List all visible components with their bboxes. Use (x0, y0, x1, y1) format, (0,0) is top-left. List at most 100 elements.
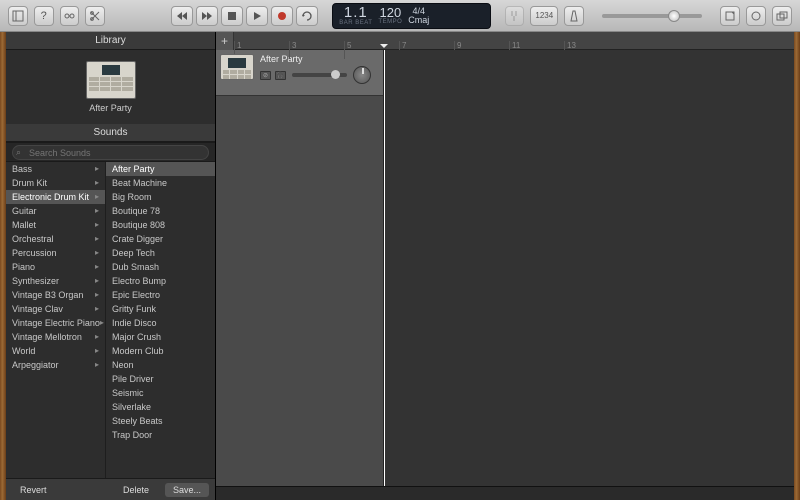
category-item[interactable]: Percussion▸ (6, 246, 105, 260)
preset-item[interactable]: Steely Beats (106, 414, 215, 428)
preset-item[interactable]: Dub Smash (106, 260, 215, 274)
forward-icon (201, 10, 213, 22)
track-header[interactable]: After Party⊘🎧 (216, 50, 383, 96)
sounds-header: Sounds (6, 124, 215, 142)
volume-thumb[interactable] (668, 10, 680, 22)
drum-machine-icon (86, 61, 136, 99)
master-volume-slider[interactable] (602, 14, 702, 18)
category-item[interactable]: Vintage B3 Organ▸ (6, 288, 105, 302)
wood-trim-right (794, 32, 800, 500)
category-item[interactable]: Orchestral▸ (6, 232, 105, 246)
preset-item[interactable]: Major Crush (106, 330, 215, 344)
library-search: ⌕ (6, 142, 215, 162)
chevron-right-icon: ▸ (95, 358, 99, 372)
smart-controls-button[interactable] (60, 6, 80, 26)
category-item[interactable]: Synthesizer▸ (6, 274, 105, 288)
revert-button[interactable]: Revert (12, 483, 55, 497)
preset-item[interactable]: Neon (106, 358, 215, 372)
preset-item[interactable]: Pile Driver (106, 372, 215, 386)
chevron-right-icon: ▸ (100, 316, 104, 330)
library-footer: Revert Delete Save... (6, 478, 215, 500)
media-browser-button[interactable] (772, 6, 792, 26)
ruler-tick: 3 (289, 41, 296, 59)
lcd-display[interactable]: 1.1BAR BEAT 120TEMPO 4/4Cmaj (332, 3, 490, 29)
preset-item[interactable]: Seismic (106, 386, 215, 400)
chevron-right-icon: ▸ (95, 344, 99, 358)
category-item[interactable]: Guitar▸ (6, 204, 105, 218)
track-instrument-icon (220, 54, 254, 80)
category-item[interactable]: Vintage Clav▸ (6, 302, 105, 316)
metronome-button[interactable] (564, 6, 584, 26)
preset-item[interactable]: Gritty Funk (106, 302, 215, 316)
notepad-button[interactable] (720, 6, 740, 26)
preset-item[interactable]: Electro Bump (106, 274, 215, 288)
category-item[interactable]: World▸ (6, 344, 105, 358)
category-item[interactable]: Bass▸ (6, 162, 105, 176)
app-root: ? 1.1BAR BEAT 120TEMPO 4/4Cmaj 1234 (0, 0, 800, 500)
regions-area[interactable] (384, 50, 794, 486)
preset-item[interactable]: Boutique 78 (106, 204, 215, 218)
library-title: Library (6, 32, 215, 50)
rewind-icon (176, 10, 188, 22)
preset-item[interactable]: Crate Digger (106, 232, 215, 246)
quick-help-button[interactable]: ? (34, 6, 54, 26)
library-icon (12, 10, 24, 22)
play-button[interactable] (246, 6, 268, 26)
playhead[interactable] (384, 50, 385, 486)
count-in-button[interactable]: 1234 (530, 6, 558, 26)
category-list[interactable]: Bass▸Drum Kit▸Electronic Drum Kit▸Guitar… (6, 162, 106, 478)
delete-button[interactable]: Delete (115, 483, 157, 497)
media-icon (776, 10, 788, 22)
category-item[interactable]: Arpeggiator▸ (6, 358, 105, 372)
preset-list[interactable]: After PartyBeat MachineBig RoomBoutique … (106, 162, 215, 478)
category-item[interactable]: Vintage Electric Piano▸ (6, 316, 105, 330)
add-track-button[interactable]: + (216, 32, 234, 50)
library-preview: After Party (6, 50, 215, 124)
chevron-right-icon: ▸ (95, 162, 99, 176)
category-item[interactable]: Mallet▸ (6, 218, 105, 232)
save-button[interactable]: Save... (165, 483, 209, 497)
forward-button[interactable] (196, 6, 218, 26)
preset-item[interactable]: Epic Electro (106, 288, 215, 302)
tuner-button[interactable] (505, 6, 525, 26)
preset-item[interactable]: Deep Tech (106, 246, 215, 260)
record-icon (276, 10, 288, 22)
category-item[interactable]: Piano▸ (6, 260, 105, 274)
category-item[interactable]: Drum Kit▸ (6, 176, 105, 190)
library-preview-name: After Party (89, 103, 132, 113)
pan-knob[interactable] (353, 66, 371, 84)
loops-button[interactable] (746, 6, 766, 26)
note-icon (724, 10, 736, 22)
editors-button[interactable] (85, 6, 105, 26)
search-input[interactable] (12, 145, 209, 160)
horizontal-scrollbar[interactable] (216, 486, 794, 500)
record-button[interactable] (271, 6, 293, 26)
preset-item[interactable]: Big Room (106, 190, 215, 204)
category-item[interactable]: Vintage Mellotron▸ (6, 330, 105, 344)
tracks-toolbar: + 135791113 (216, 32, 794, 50)
track-volume-slider[interactable] (292, 73, 347, 77)
stop-button[interactable] (221, 6, 243, 26)
main-toolbar: ? 1.1BAR BEAT 120TEMPO 4/4Cmaj 1234 (0, 0, 800, 32)
preset-item[interactable]: Modern Club (106, 344, 215, 358)
solo-button[interactable]: 🎧 (275, 71, 286, 80)
preset-item[interactable]: After Party (106, 162, 215, 176)
preset-item[interactable]: Silverlake (106, 400, 215, 414)
chevron-right-icon: ▸ (95, 330, 99, 344)
track-headers: After Party⊘🎧 (216, 50, 384, 486)
rewind-button[interactable] (171, 6, 193, 26)
preset-item[interactable]: Trap Door (106, 428, 215, 442)
category-item[interactable]: Electronic Drum Kit▸ (6, 190, 105, 204)
cycle-button[interactable] (296, 6, 318, 26)
preset-item[interactable]: Indie Disco (106, 316, 215, 330)
chevron-right-icon: ▸ (95, 274, 99, 288)
transport-controls (171, 6, 318, 26)
chevron-right-icon: ▸ (95, 260, 99, 274)
mute-button[interactable]: ⊘ (260, 71, 271, 80)
play-icon (251, 10, 263, 22)
arrange-area: + 135791113 After Party⊘🎧 (216, 32, 794, 500)
ruler-tick: 5 (344, 41, 351, 59)
preset-item[interactable]: Boutique 808 (106, 218, 215, 232)
preset-item[interactable]: Beat Machine (106, 176, 215, 190)
library-toggle-button[interactable] (8, 6, 28, 26)
